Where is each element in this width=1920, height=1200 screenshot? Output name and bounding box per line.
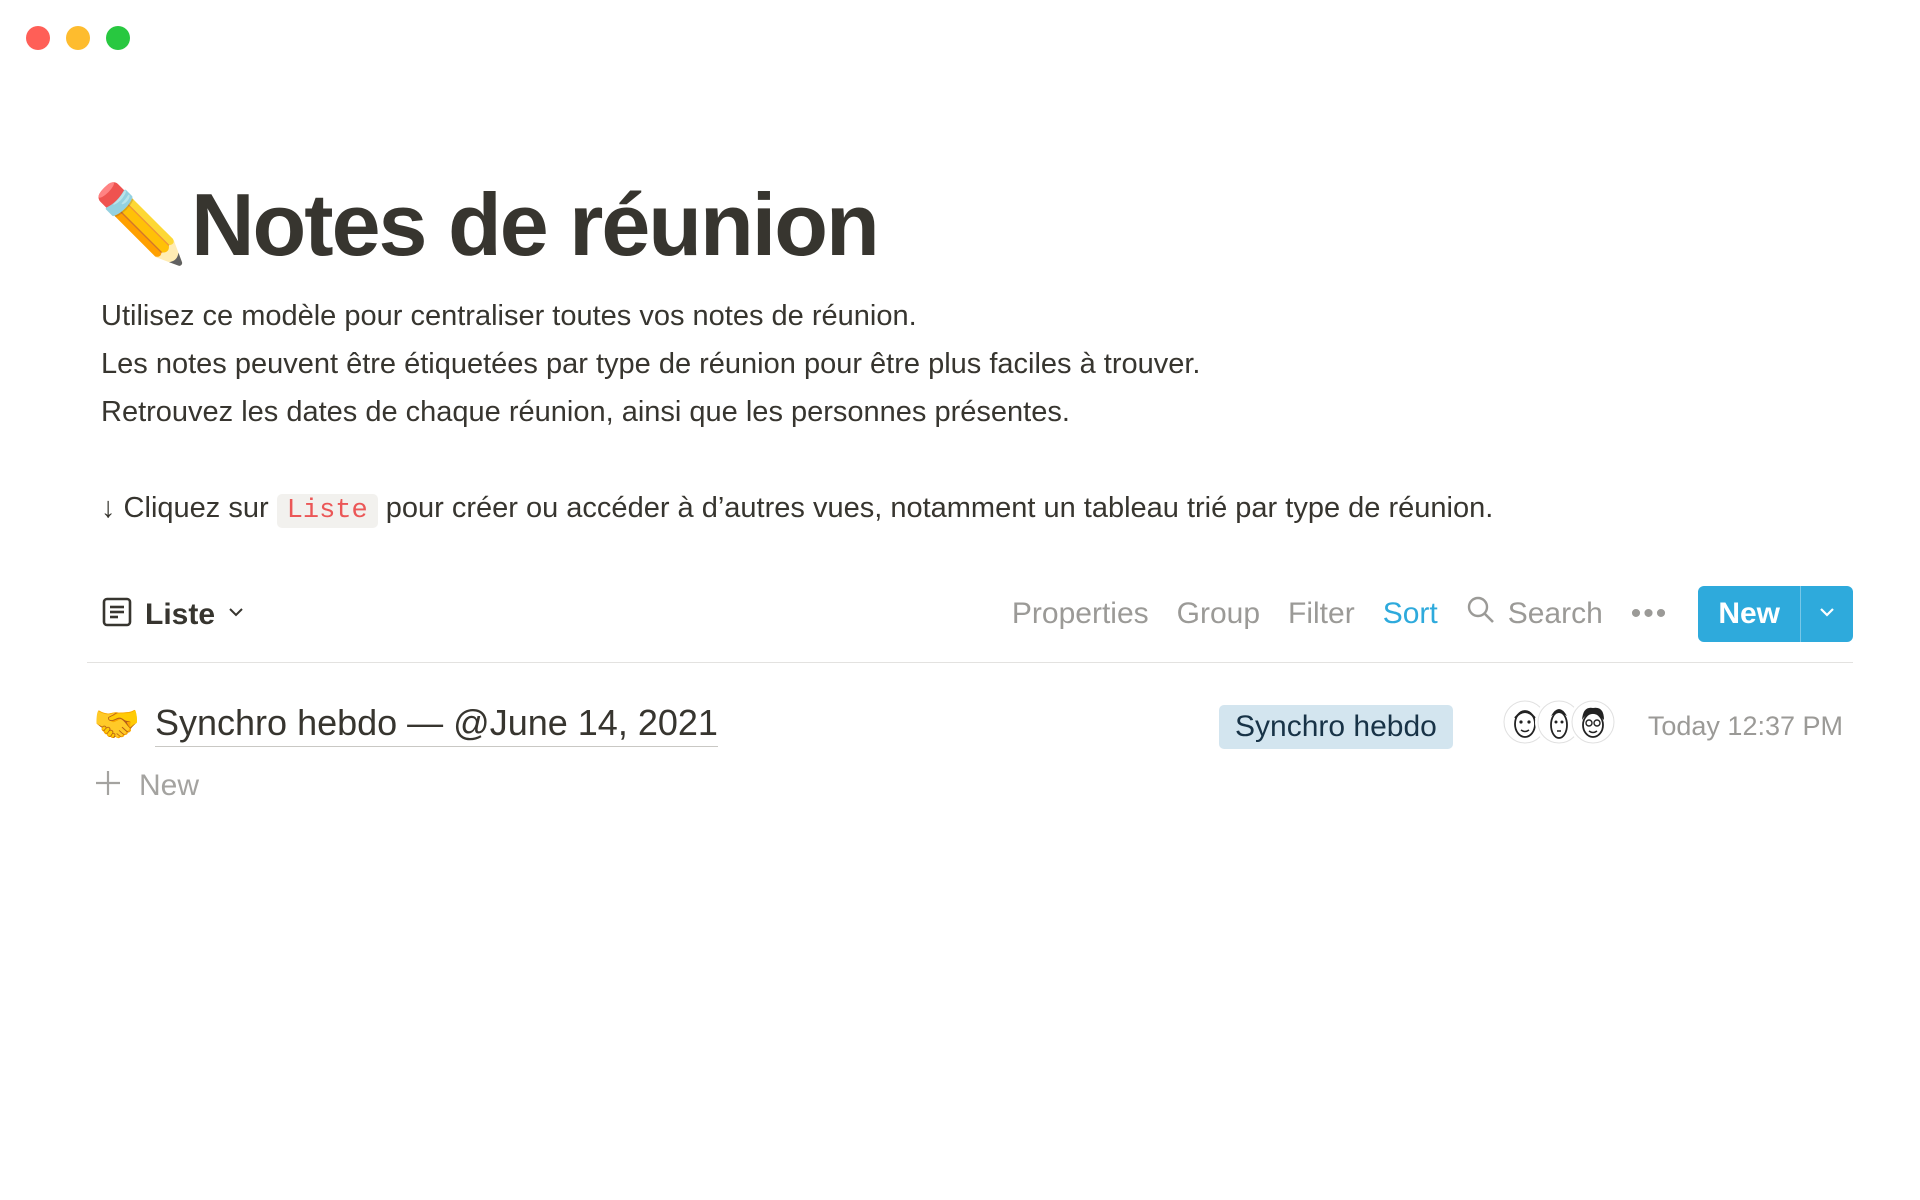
filter-button[interactable]: Filter — [1288, 597, 1355, 631]
view-hint: ↓ Cliquez sur Liste pour créer ou accéde… — [101, 484, 1853, 535]
chevron-down-icon — [1818, 603, 1836, 626]
chevron-down-icon — [227, 603, 245, 626]
group-button[interactable]: Group — [1177, 597, 1260, 631]
more-options-icon[interactable]: ••• — [1631, 597, 1669, 631]
description-line: Retrouvez les dates de chaque réunion, a… — [101, 396, 1070, 428]
plus-icon — [93, 768, 123, 803]
avatar — [1571, 700, 1615, 744]
pencil-icon[interactable]: ✏️ — [93, 187, 191, 263]
search-icon — [1466, 595, 1496, 633]
created-date: Today 12:37 PM — [1647, 711, 1843, 741]
view-label: Liste — [145, 597, 216, 631]
list-view-icon — [101, 596, 133, 633]
window-controls — [26, 26, 130, 50]
page-content: ✏️ Notes de réunion Utilisez ce modèle p… — [87, 170, 1853, 802]
list-item[interactable]: 🤝 Synchro hebdo — @June 14, 2021 Synchro… — [93, 692, 1853, 758]
search-button[interactable]: Search — [1466, 595, 1603, 633]
description-line: Utilisez ce modèle pour centraliser tout… — [101, 300, 917, 332]
attendees — [1503, 700, 1615, 744]
new-button[interactable]: New — [1698, 586, 1800, 642]
new-dropdown-button[interactable] — [1800, 586, 1853, 642]
add-new-row-button[interactable]: New — [93, 768, 199, 803]
database-toolbar: Liste Properties Group Filter Sort Searc… — [93, 584, 1853, 644]
page-description: Utilisez ce modèle pour centraliser tout… — [101, 292, 1853, 535]
zoom-window-button[interactable] — [106, 26, 130, 50]
toolbar-divider — [87, 662, 1853, 663]
add-new-label: New — [139, 768, 200, 802]
meeting-type-tag: Synchro hebdo — [1219, 705, 1453, 749]
search-label: Search — [1507, 597, 1603, 630]
view-selector[interactable]: Liste — [101, 596, 245, 633]
close-window-button[interactable] — [26, 26, 50, 50]
hint-suffix: pour créer ou accéder à d’autres vues, n… — [385, 492, 1494, 524]
minimize-window-button[interactable] — [66, 26, 90, 50]
toolbar-actions: Properties Group Filter Sort Search ••• … — [1012, 586, 1853, 642]
sort-button[interactable]: Sort — [1383, 597, 1438, 631]
description-line: Les notes peuvent être étiquetées par ty… — [101, 348, 1201, 380]
properties-button[interactable]: Properties — [1012, 597, 1149, 631]
list-item-title[interactable]: Synchro hebdo — @June 14, 2021 — [155, 702, 718, 747]
inline-code: Liste — [276, 494, 378, 528]
handshake-icon: 🤝 — [93, 704, 141, 746]
page-title[interactable]: Notes de réunion — [191, 174, 880, 276]
page-header: ✏️ Notes de réunion — [93, 170, 1853, 280]
new-button-group: New — [1698, 586, 1853, 642]
hint-prefix: ↓ Cliquez sur — [101, 492, 269, 524]
